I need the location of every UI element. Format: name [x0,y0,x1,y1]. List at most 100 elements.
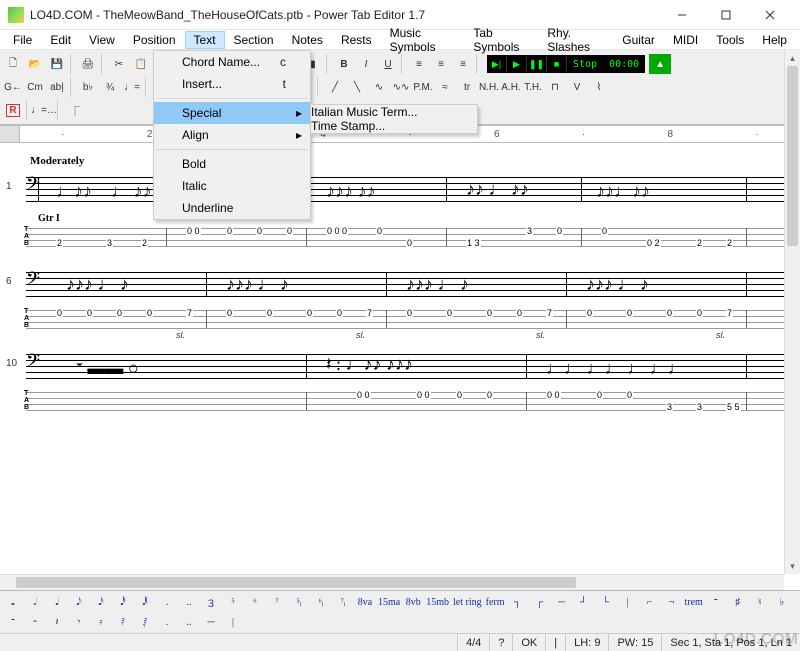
sextuplet-icon[interactable]: ⁶ [246,593,264,611]
dotted-icon[interactable]: . [158,593,176,611]
tab-number[interactable]: 0 [666,308,673,318]
tab-number[interactable]: 0 [406,238,413,248]
close-button[interactable] [748,0,792,30]
new-file-icon[interactable]: 🗋 [2,54,24,74]
tab-number[interactable]: 0 2 [646,238,661,248]
sixtyfourth-note-icon[interactable]: 𝅘𝅥𝅱 [136,593,154,611]
quintuplet-icon[interactable]: ⁵ [224,593,242,611]
quindicesima-icon[interactable]: 15ma [378,593,400,611]
tab-number[interactable]: 3 [106,238,113,248]
quindicesima-bassa-icon[interactable]: 15mb [426,593,449,611]
align-center-icon[interactable]: ≡ [430,54,452,74]
tab-number[interactable]: 3 [666,402,673,412]
tab-number[interactable]: 2 [141,238,148,248]
tab-number[interactable]: 7 [726,308,733,318]
bracket1-icon[interactable]: ┐ [509,593,527,611]
bracket3-icon[interactable]: ─ [553,593,571,611]
tab-number[interactable]: 0 [516,308,523,318]
ottava-icon[interactable]: 8va [356,593,374,611]
rehearsal-sign-icon[interactable]: R [2,100,24,120]
tab-number[interactable]: 0 [286,226,293,236]
ruler-toggle[interactable] [0,126,20,142]
tab-number[interactable]: 2 [56,238,63,248]
scroll-down-icon[interactable]: ▾ [785,558,800,574]
menu-view[interactable]: View [80,31,124,49]
quarter-note-icon[interactable]: 𝅘𝅥 [48,593,66,611]
stop-icon[interactable]: ■ [547,56,567,72]
play-icon[interactable]: ▶ [507,56,527,72]
tab-number[interactable]: 2 [696,238,703,248]
slide2-icon[interactable]: ╲ [346,77,368,97]
menu-edit[interactable]: Edit [41,31,80,49]
bracket4-icon[interactable]: ┘ [575,593,593,611]
palm-mute-icon[interactable]: P.M. [412,77,434,97]
alt-ending-icon[interactable]: ⎾ [64,100,86,120]
bracket7-icon[interactable]: ¬ [663,593,681,611]
tab-number[interactable]: 0 [626,308,633,318]
sixteenth-rest-icon[interactable]: 𝄿 [92,613,110,631]
multibar-rest-icon[interactable]: ─ [202,613,220,631]
eighth-note-icon[interactable]: 𝅘𝅥𝅮 [70,593,88,611]
triplet-icon[interactable]: ３ [202,593,220,611]
tab-number[interactable]: 0 [336,308,343,318]
tab-number[interactable]: 0 [556,226,563,236]
timesig-icon[interactable]: ¾ [99,77,121,97]
menu-item-underline[interactable]: Underline [154,197,310,219]
menu-item-chord-name[interactable]: Chord Name... c [154,51,310,73]
natural-harm-icon[interactable]: N.H. [478,77,500,97]
vibrato-icon[interactable]: ∿ [368,77,390,97]
horizontal-scrollbar[interactable] [0,574,784,590]
tab-number[interactable]: 5 5 [726,402,741,412]
wide-vibrato-icon[interactable]: ∿∿ [390,77,412,97]
text-icon[interactable]: ab| [46,77,68,97]
menu-item-italian-term[interactable]: Italian Music Term... [311,105,477,119]
menu-text[interactable]: Text [185,31,225,49]
minimize-button[interactable] [660,0,704,30]
sixteenth-note-icon[interactable]: 𝅘𝅥𝅯 [92,593,110,611]
print-icon[interactable]: 🖨 [77,54,99,74]
tab-staff[interactable]: TAB 0 0 0 0 0 0 0 0 0 0 3 3 5 5 [26,388,784,422]
music-staff[interactable]: 1 𝄢 ♩♪♪ ♩ ♪♪ ♩♪♪♪ ♪♪♪ ♪♪ ♪♪ ♩ ♪♪ ♪♪♩♪♪ [26,171,784,211]
menu-tools[interactable]: Tools [707,31,753,49]
tab-number[interactable]: 0 0 0 [326,226,348,236]
italic-icon[interactable]: I [355,54,377,74]
tab-number[interactable]: 0 [226,308,233,318]
metronome-icon[interactable]: ▲ [649,54,671,74]
bold-icon[interactable]: B [333,54,355,74]
tab-number[interactable]: 0 0 [356,390,371,400]
menu-item-bold[interactable]: Bold [154,153,310,175]
sharp-icon[interactable]: ♯ [729,593,747,611]
chord-name-icon[interactable]: Cm [24,77,46,97]
music-staff[interactable]: 10 𝄢 𝄻 ▬▬ ○ 𝄽 : ♩♪♪ ♪♪♪ ♩♩ ♩♩ ♩ ♩♩ [26,348,784,388]
menu-rests[interactable]: Rests [332,31,381,49]
tremolo-bar-icon[interactable]: trem [685,593,703,611]
tab-number[interactable]: 0 [601,226,608,236]
save-file-icon[interactable]: 💾 [46,54,68,74]
copy-icon[interactable]: 📋 [130,54,152,74]
thirtysecond-note-icon[interactable]: 𝅘𝅥𝅰 [114,593,132,611]
trill-icon[interactable]: tr [456,77,478,97]
double-dotted-icon[interactable]: .. [180,593,198,611]
tab-number[interactable]: 0 [226,226,233,236]
barline-btn-icon[interactable]: | [619,593,637,611]
tab-number[interactable]: 0 [266,308,273,318]
tab-number[interactable]: 7 [366,308,373,318]
bracket5-icon[interactable]: └ [597,593,615,611]
pickstroke-down-icon[interactable]: ⊓ [544,77,566,97]
menu-tab-symbols[interactable]: Tab Symbols [464,24,538,56]
status-help[interactable]: ? [489,634,512,651]
align-left-icon[interactable]: ≡ [408,54,430,74]
menu-item-special[interactable]: Special ▸ [154,102,310,124]
quint-i-icon[interactable]: ⁵ᵢ [290,593,308,611]
thirtysecond-rest-icon[interactable]: 𝅀 [114,613,132,631]
sixtyfourth-rest-icon[interactable]: 𝅁 [136,613,154,631]
whole-rest-icon[interactable]: 𝄻 [4,613,22,631]
guitar-in-icon[interactable]: G← [2,77,24,97]
slide-icon[interactable]: ╱ [324,77,346,97]
tab-number[interactable]: 0 [626,390,633,400]
tempo-marker-icon[interactable]: ♩=… [33,100,55,120]
menu-music-symbols[interactable]: Music Symbols [381,24,465,56]
pause-icon[interactable]: ❚❚ [527,56,547,72]
quarter-rest-icon[interactable]: 𝄽 [48,613,66,631]
tab-number[interactable]: 0 [406,308,413,318]
